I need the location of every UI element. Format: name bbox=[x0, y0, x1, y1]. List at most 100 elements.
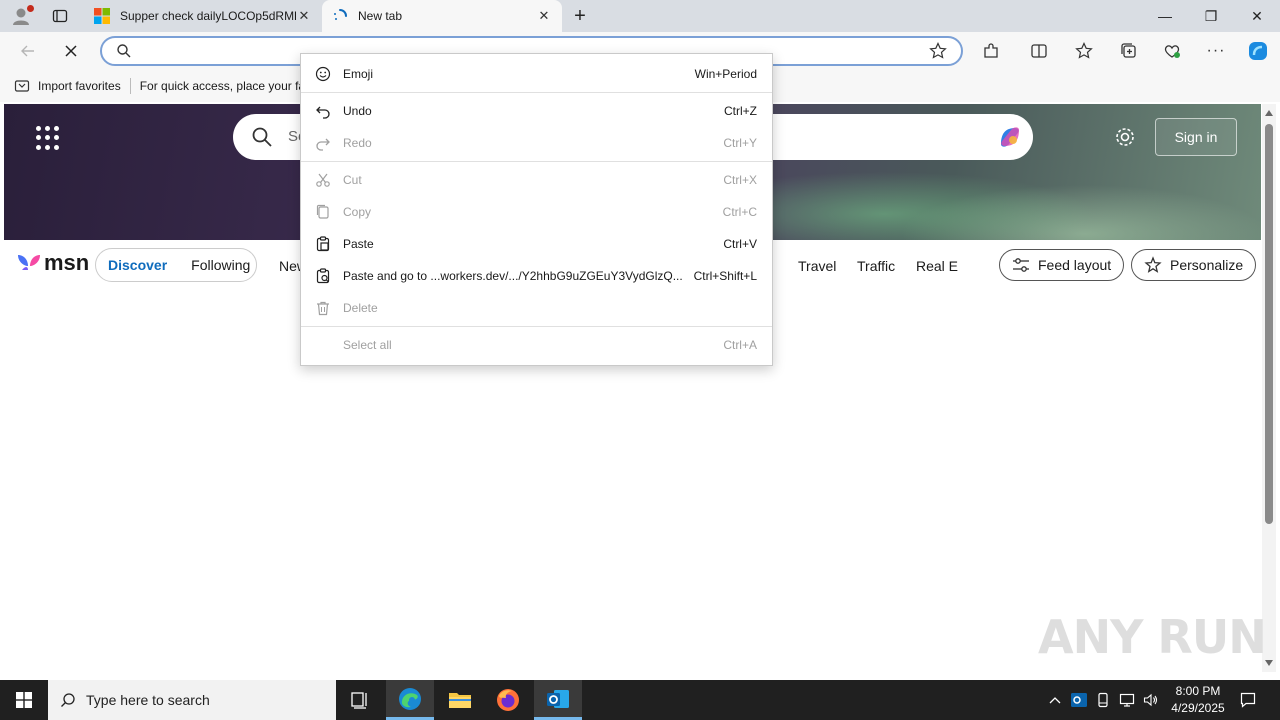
puzzle-icon bbox=[984, 43, 998, 58]
close-tab-icon[interactable]: ✕ bbox=[296, 8, 312, 24]
context-menu: Emoji Win+Period Undo Ctrl+Z Redo Ctrl+Y… bbox=[300, 53, 773, 366]
tray-outlook[interactable] bbox=[1068, 680, 1090, 720]
loading-spinner-icon bbox=[334, 9, 347, 20]
profile-button[interactable] bbox=[8, 3, 34, 29]
menu-item-label: Paste bbox=[343, 237, 374, 251]
tab-title: New tab bbox=[358, 9, 403, 23]
msn-butterfly-icon bbox=[18, 255, 40, 270]
menu-item-label: Cut bbox=[343, 173, 362, 187]
menu-item-copy[interactable]: Copy Ctrl+C bbox=[301, 196, 772, 228]
copilot-icon[interactable] bbox=[995, 122, 1025, 152]
stop-x-icon bbox=[65, 45, 77, 57]
menu-item-redo[interactable]: Redo Ctrl+Y bbox=[301, 127, 772, 159]
tray-device[interactable] bbox=[1092, 680, 1114, 720]
copilot-button[interactable] bbox=[1244, 37, 1272, 65]
split-screen-button[interactable] bbox=[1025, 37, 1053, 65]
msn-logo[interactable]: msn bbox=[16, 250, 89, 276]
settings-more-button[interactable]: ··· bbox=[1202, 37, 1230, 65]
taskbar-clock[interactable]: 8:00 PM 4/29/2025 bbox=[1160, 683, 1236, 717]
extensions-button[interactable] bbox=[977, 37, 1005, 65]
restore-button[interactable]: ❐ bbox=[1188, 0, 1234, 32]
apps-launcher-icon[interactable] bbox=[36, 126, 60, 150]
browser-essentials-button[interactable] bbox=[1158, 37, 1186, 65]
notification-icon bbox=[1240, 692, 1256, 708]
tab-discover[interactable]: Discover bbox=[108, 257, 167, 273]
menu-item-shortcut: Ctrl+X bbox=[723, 173, 757, 187]
close-window-button[interactable]: ✕ bbox=[1234, 0, 1280, 32]
taskbar-outlook[interactable] bbox=[534, 680, 582, 720]
menu-item-shortcut: Ctrl+Shift+L bbox=[693, 269, 757, 283]
collections-button[interactable] bbox=[1115, 37, 1143, 65]
clock-date: 4/29/2025 bbox=[1171, 701, 1225, 715]
gear-icon[interactable] bbox=[1114, 126, 1136, 148]
tab-new-tab[interactable]: New tab ✕ bbox=[322, 0, 562, 32]
copy-icon bbox=[315, 204, 331, 220]
menu-item-select-all[interactable]: Select all Ctrl+A bbox=[301, 329, 772, 361]
menu-separator bbox=[301, 161, 772, 162]
collections-icon bbox=[1121, 43, 1136, 58]
action-center-button[interactable] bbox=[1236, 680, 1260, 720]
import-favorites-button[interactable]: Import favorites bbox=[14, 78, 121, 94]
menu-item-label: Emoji bbox=[343, 67, 374, 81]
tab-actions-button[interactable] bbox=[46, 4, 74, 28]
sign-in-button[interactable]: Sign in bbox=[1155, 118, 1237, 156]
nav-link-traffic[interactable]: Traffic bbox=[857, 258, 895, 274]
scroll-up-icon[interactable] bbox=[1265, 110, 1273, 116]
tab-supper-check[interactable]: Supper check dailyLOCOp5dRMl ✕ bbox=[84, 0, 322, 32]
close-tab-icon[interactable]: ✕ bbox=[536, 8, 552, 24]
tray-network[interactable] bbox=[1116, 680, 1138, 720]
menu-item-shortcut: Ctrl+Z bbox=[724, 104, 757, 118]
favorite-star-icon[interactable] bbox=[929, 42, 947, 60]
back-arrow-icon bbox=[21, 45, 34, 57]
scroll-down-icon[interactable] bbox=[1265, 660, 1273, 666]
tab-following[interactable]: Following bbox=[191, 257, 250, 273]
tray-show-hidden[interactable] bbox=[1044, 680, 1066, 720]
tray-volume[interactable] bbox=[1140, 680, 1162, 720]
favorites-divider bbox=[129, 78, 131, 94]
menu-item-label: Select all bbox=[343, 338, 392, 352]
back-button[interactable] bbox=[14, 37, 42, 65]
new-tab-button[interactable]: + bbox=[568, 4, 592, 28]
start-button[interactable] bbox=[0, 680, 48, 720]
network-icon bbox=[1119, 693, 1135, 707]
taskbar-firefox[interactable] bbox=[484, 680, 532, 720]
task-view-button[interactable] bbox=[336, 680, 384, 720]
feed-layout-button[interactable]: Feed layout bbox=[999, 249, 1125, 281]
menu-item-cut[interactable]: Cut Ctrl+X bbox=[301, 164, 772, 196]
personalize-label: Personalize bbox=[1170, 257, 1244, 273]
nav-link-real-estate[interactable]: Real E bbox=[916, 258, 958, 274]
scroll-thumb[interactable] bbox=[1265, 124, 1273, 524]
emoji-icon bbox=[315, 66, 331, 82]
menu-item-paste-and-go[interactable]: Paste and go to ...workers.dev/.../Y2hhb… bbox=[301, 260, 772, 292]
search-icon bbox=[61, 693, 75, 707]
menu-item-emoji[interactable]: Emoji Win+Period bbox=[301, 58, 772, 90]
delete-icon bbox=[315, 300, 331, 316]
menu-item-paste[interactable]: Paste Ctrl+V bbox=[301, 228, 772, 260]
favorites-button[interactable] bbox=[1070, 37, 1098, 65]
menu-separator bbox=[301, 92, 772, 93]
device-icon bbox=[1098, 692, 1108, 708]
vertical-scrollbar[interactable] bbox=[1262, 104, 1276, 672]
nav-link-travel[interactable]: Travel bbox=[798, 258, 836, 274]
cut-icon bbox=[315, 172, 331, 188]
taskbar-file-explorer[interactable] bbox=[436, 680, 484, 720]
folder-icon bbox=[449, 693, 471, 708]
menu-item-undo[interactable]: Undo Ctrl+Z bbox=[301, 95, 772, 127]
firefox-icon bbox=[497, 689, 519, 711]
anyrun-watermark: ANY RUN bbox=[1038, 610, 1267, 664]
edge-icon bbox=[399, 687, 421, 710]
minimize-button[interactable]: — bbox=[1142, 0, 1188, 32]
more-dots-icon: ··· bbox=[1206, 42, 1226, 59]
taskbar-edge[interactable] bbox=[386, 680, 434, 720]
feed-layout-label: Feed layout bbox=[1038, 257, 1112, 273]
personalize-button[interactable]: Personalize bbox=[1131, 249, 1257, 281]
import-icon bbox=[14, 80, 30, 92]
taskbar-search-box[interactable]: Type here to search bbox=[48, 680, 336, 720]
menu-item-label: Copy bbox=[343, 205, 372, 219]
stop-button[interactable] bbox=[57, 37, 85, 65]
sparkle-star-icon bbox=[1144, 256, 1162, 273]
paste-go-icon bbox=[315, 268, 331, 284]
taskbar-search-placeholder: Type here to search bbox=[86, 692, 210, 708]
menu-item-delete[interactable]: Delete bbox=[301, 292, 772, 324]
favorites-star-icon bbox=[1075, 42, 1093, 59]
